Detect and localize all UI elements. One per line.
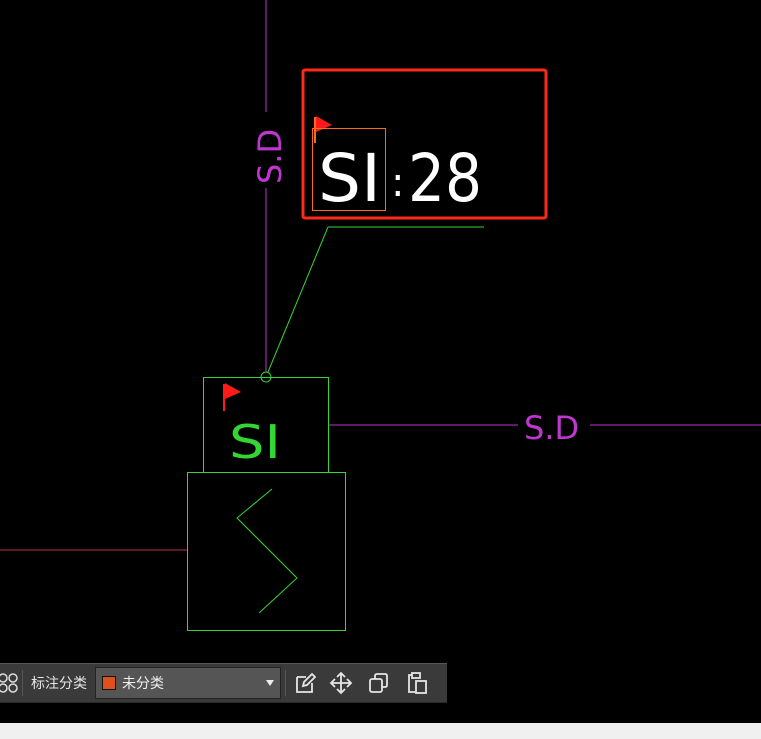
category-color-swatch — [102, 676, 116, 690]
callout-separator: : — [391, 160, 404, 206]
cad-canvas[interactable]: S.D S.D SI SI : 28 — [0, 0, 761, 723]
callout-code: SI — [318, 140, 381, 217]
category-label: 标注分类 — [31, 676, 87, 692]
status-bar — [0, 723, 761, 739]
callout-number: 28 — [408, 140, 482, 217]
annotation-toolbar: 标注分类 未分类 — [0, 663, 447, 703]
copy-icon[interactable] — [364, 668, 394, 698]
vertical-pipe-label: S.D — [251, 129, 289, 184]
category-dropdown[interactable]: 未分类 — [95, 667, 281, 699]
category-value: 未分类 — [122, 676, 164, 692]
equipment-code: SI — [229, 415, 281, 469]
paste-icon[interactable] — [402, 668, 432, 698]
chevron-down-icon — [266, 680, 274, 686]
edit-icon[interactable] — [290, 668, 320, 698]
toolbar-divider — [285, 670, 286, 696]
horizontal-pipe-label: S.D — [524, 409, 579, 447]
grid-icon[interactable] — [0, 668, 18, 698]
toolbar-divider — [22, 670, 23, 696]
move-icon[interactable] — [326, 668, 356, 698]
